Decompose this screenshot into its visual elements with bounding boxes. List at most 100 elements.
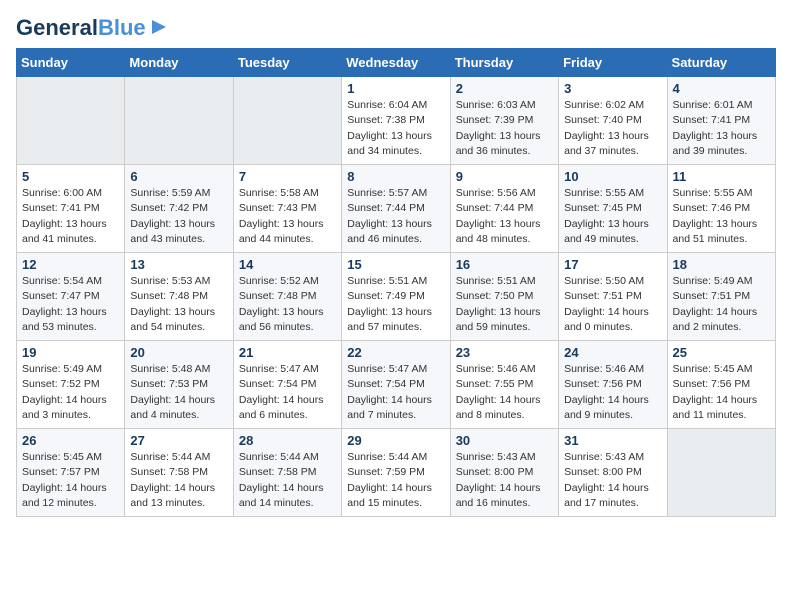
day-info: Sunrise: 5:48 AMSunset: 7:53 PMDaylight:… xyxy=(130,362,227,423)
day-number: 15 xyxy=(347,257,444,272)
day-cell: 18 Sunrise: 5:49 AMSunset: 7:51 PMDayligh… xyxy=(667,253,775,341)
day-info: Sunrise: 5:44 AMSunset: 7:58 PMDaylight:… xyxy=(239,450,336,511)
logo-icon xyxy=(148,16,170,38)
weekday-sunday: Sunday xyxy=(17,49,125,77)
weekday-friday: Friday xyxy=(559,49,667,77)
day-number: 4 xyxy=(673,81,770,96)
day-cell: 10 Sunrise: 5:55 AMSunset: 7:45 PMDayligh… xyxy=(559,165,667,253)
day-cell: 24Sunrise: 5:46 AMSunset: 7:56 PMDayligh… xyxy=(559,341,667,429)
day-cell: 8Sunrise: 5:57 AMSunset: 7:44 PMDaylight… xyxy=(342,165,450,253)
day-cell: 21 Sunrise: 5:47 AMSunset: 7:54 PMDayligh… xyxy=(233,341,341,429)
day-cell: 20 Sunrise: 5:48 AMSunset: 7:53 PMDayligh… xyxy=(125,341,233,429)
day-info: Sunrise: 5:56 AMSunset: 7:44 PMDaylight:… xyxy=(456,186,553,247)
day-cell xyxy=(125,77,233,165)
day-info: Sunrise: 5:44 AMSunset: 7:58 PMDaylight:… xyxy=(130,450,227,511)
day-number: 16 xyxy=(456,257,553,272)
day-info: Sunrise: 5:47 AMSunset: 7:54 PMDaylight:… xyxy=(347,362,444,423)
day-info: Sunrise: 5:49 AMSunset: 7:51 PMDaylight:… xyxy=(673,274,770,335)
day-cell: 14Sunrise: 5:52 AMSunset: 7:48 PMDayligh… xyxy=(233,253,341,341)
day-cell: 13 Sunrise: 5:53 AMSunset: 7:48 PMDayligh… xyxy=(125,253,233,341)
page-header: GeneralBlue xyxy=(16,16,776,40)
day-cell: 22 Sunrise: 5:47 AMSunset: 7:54 PMDayligh… xyxy=(342,341,450,429)
day-info: Sunrise: 5:45 AMSunset: 7:56 PMDaylight:… xyxy=(673,362,770,423)
week-row-1: 5 Sunrise: 6:00 AMSunset: 7:41 PMDaylight… xyxy=(17,165,776,253)
day-info: Sunrise: 6:02 AMSunset: 7:40 PMDaylight:… xyxy=(564,98,661,159)
day-info: Sunrise: 5:44 AMSunset: 7:59 PMDaylight:… xyxy=(347,450,444,511)
weekday-header-row: SundayMondayTuesdayWednesdayThursdayFrid… xyxy=(17,49,776,77)
week-row-2: 12 Sunrise: 5:54 AMSunset: 7:47 PMDayligh… xyxy=(17,253,776,341)
day-number: 12 xyxy=(22,257,119,272)
day-info: Sunrise: 5:53 AMSunset: 7:48 PMDaylight:… xyxy=(130,274,227,335)
day-number: 20 xyxy=(130,345,227,360)
day-cell: 4 Sunrise: 6:01 AMSunset: 7:41 PMDaylight… xyxy=(667,77,775,165)
day-number: 14 xyxy=(239,257,336,272)
day-info: Sunrise: 5:54 AMSunset: 7:47 PMDaylight:… xyxy=(22,274,119,335)
day-info: Sunrise: 5:51 AMSunset: 7:50 PMDaylight:… xyxy=(456,274,553,335)
day-number: 7 xyxy=(239,169,336,184)
day-info: Sunrise: 5:43 AMSunset: 8:00 PMDaylight:… xyxy=(564,450,661,511)
week-row-3: 19Sunrise: 5:49 AMSunset: 7:52 PMDayligh… xyxy=(17,341,776,429)
day-cell: 19Sunrise: 5:49 AMSunset: 7:52 PMDayligh… xyxy=(17,341,125,429)
day-number: 11 xyxy=(673,169,770,184)
day-info: Sunrise: 5:47 AMSunset: 7:54 PMDaylight:… xyxy=(239,362,336,423)
day-cell: 15Sunrise: 5:51 AMSunset: 7:49 PMDayligh… xyxy=(342,253,450,341)
day-info: Sunrise: 5:55 AMSunset: 7:45 PMDaylight:… xyxy=(564,186,661,247)
day-info: Sunrise: 6:03 AMSunset: 7:39 PMDaylight:… xyxy=(456,98,553,159)
day-cell: 5 Sunrise: 6:00 AMSunset: 7:41 PMDaylight… xyxy=(17,165,125,253)
calendar-body: 1 Sunrise: 6:04 AMSunset: 7:38 PMDaylight… xyxy=(17,77,776,517)
day-number: 10 xyxy=(564,169,661,184)
day-number: 13 xyxy=(130,257,227,272)
week-row-0: 1 Sunrise: 6:04 AMSunset: 7:38 PMDaylight… xyxy=(17,77,776,165)
day-number: 26 xyxy=(22,433,119,448)
day-info: Sunrise: 5:58 AMSunset: 7:43 PMDaylight:… xyxy=(239,186,336,247)
day-info: Sunrise: 5:43 AMSunset: 8:00 PMDaylight:… xyxy=(456,450,553,511)
day-number: 21 xyxy=(239,345,336,360)
day-cell: 11 Sunrise: 5:55 AMSunset: 7:46 PMDayligh… xyxy=(667,165,775,253)
day-cell: 6Sunrise: 5:59 AMSunset: 7:42 PMDaylight… xyxy=(125,165,233,253)
day-info: Sunrise: 5:55 AMSunset: 7:46 PMDaylight:… xyxy=(673,186,770,247)
day-number: 18 xyxy=(673,257,770,272)
day-cell xyxy=(17,77,125,165)
day-cell: 25 Sunrise: 5:45 AMSunset: 7:56 PMDayligh… xyxy=(667,341,775,429)
day-cell: 3 Sunrise: 6:02 AMSunset: 7:40 PMDaylight… xyxy=(559,77,667,165)
day-cell: 30 Sunrise: 5:43 AMSunset: 8:00 PMDayligh… xyxy=(450,429,558,517)
day-number: 5 xyxy=(22,169,119,184)
weekday-tuesday: Tuesday xyxy=(233,49,341,77)
day-info: Sunrise: 5:46 AMSunset: 7:56 PMDaylight:… xyxy=(564,362,661,423)
day-number: 22 xyxy=(347,345,444,360)
day-cell: 28 Sunrise: 5:44 AMSunset: 7:58 PMDayligh… xyxy=(233,429,341,517)
day-number: 1 xyxy=(347,81,444,96)
day-cell: 1 Sunrise: 6:04 AMSunset: 7:38 PMDaylight… xyxy=(342,77,450,165)
day-number: 28 xyxy=(239,433,336,448)
day-number: 25 xyxy=(673,345,770,360)
day-cell: 26Sunrise: 5:45 AMSunset: 7:57 PMDayligh… xyxy=(17,429,125,517)
day-number: 27 xyxy=(130,433,227,448)
day-number: 29 xyxy=(347,433,444,448)
day-cell: 16 Sunrise: 5:51 AMSunset: 7:50 PMDayligh… xyxy=(450,253,558,341)
day-cell xyxy=(667,429,775,517)
day-info: Sunrise: 5:49 AMSunset: 7:52 PMDaylight:… xyxy=(22,362,119,423)
day-cell: 17 Sunrise: 5:50 AMSunset: 7:51 PMDayligh… xyxy=(559,253,667,341)
day-info: Sunrise: 5:59 AMSunset: 7:42 PMDaylight:… xyxy=(130,186,227,247)
day-cell: 12 Sunrise: 5:54 AMSunset: 7:47 PMDayligh… xyxy=(17,253,125,341)
day-cell xyxy=(233,77,341,165)
logo-text: GeneralBlue xyxy=(16,16,146,40)
logo: GeneralBlue xyxy=(16,16,170,40)
day-cell: 23 Sunrise: 5:46 AMSunset: 7:55 PMDayligh… xyxy=(450,341,558,429)
day-number: 23 xyxy=(456,345,553,360)
day-info: Sunrise: 6:01 AMSunset: 7:41 PMDaylight:… xyxy=(673,98,770,159)
day-number: 8 xyxy=(347,169,444,184)
day-info: Sunrise: 6:00 AMSunset: 7:41 PMDaylight:… xyxy=(22,186,119,247)
day-cell: 27 Sunrise: 5:44 AMSunset: 7:58 PMDayligh… xyxy=(125,429,233,517)
day-number: 30 xyxy=(456,433,553,448)
calendar-table: SundayMondayTuesdayWednesdayThursdayFrid… xyxy=(16,48,776,517)
day-number: 2 xyxy=(456,81,553,96)
day-info: Sunrise: 6:04 AMSunset: 7:38 PMDaylight:… xyxy=(347,98,444,159)
weekday-thursday: Thursday xyxy=(450,49,558,77)
weekday-wednesday: Wednesday xyxy=(342,49,450,77)
day-number: 3 xyxy=(564,81,661,96)
day-info: Sunrise: 5:50 AMSunset: 7:51 PMDaylight:… xyxy=(564,274,661,335)
day-number: 17 xyxy=(564,257,661,272)
weekday-saturday: Saturday xyxy=(667,49,775,77)
day-info: Sunrise: 5:46 AMSunset: 7:55 PMDaylight:… xyxy=(456,362,553,423)
